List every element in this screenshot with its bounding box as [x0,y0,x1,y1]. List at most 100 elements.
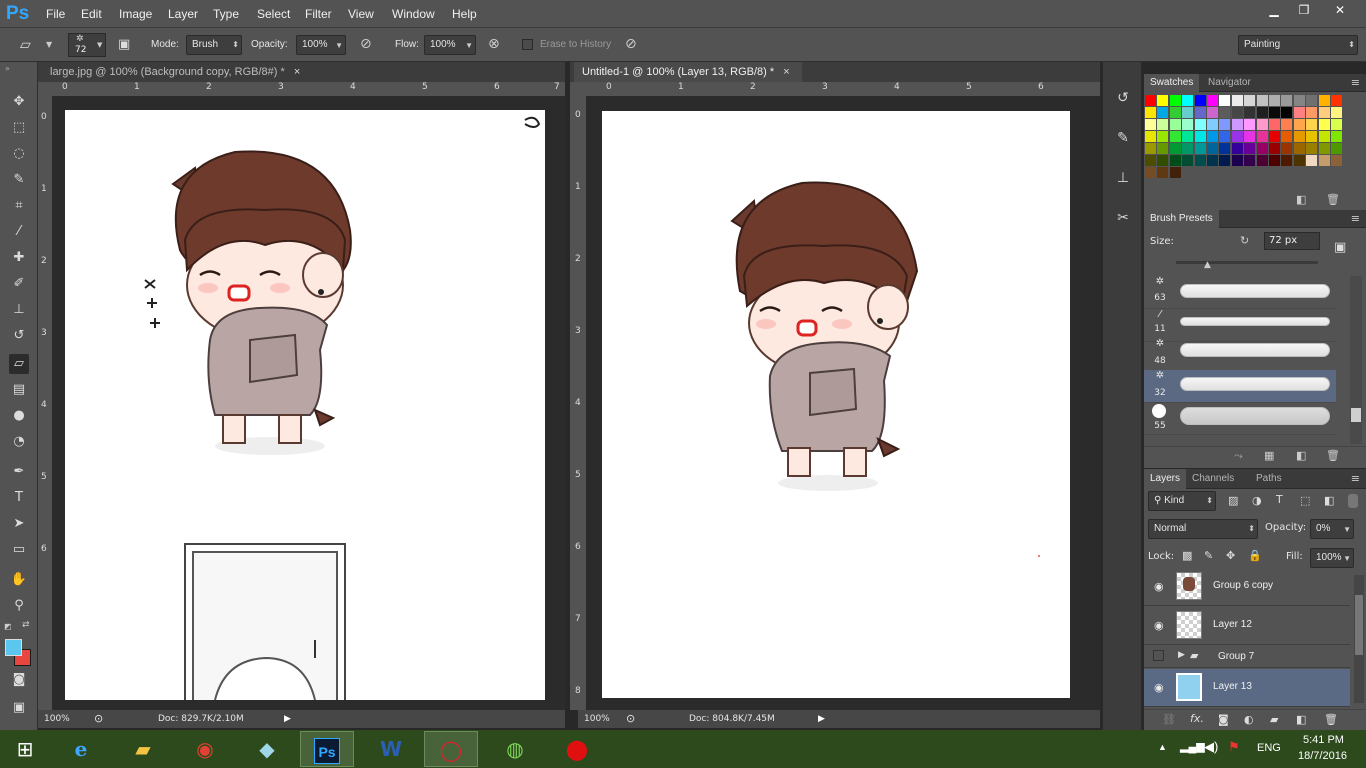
menu-select[interactable]: Select [257,7,290,21]
color-swatch[interactable] [1169,131,1181,142]
menu-layer[interactable]: Layer [168,7,198,21]
menu-view[interactable]: View [348,7,374,21]
color-swatch[interactable] [1169,107,1181,118]
color-swatch[interactable] [1207,131,1218,142]
color-swatch[interactable] [1182,95,1194,106]
new-layer-icon[interactable]: ◧ [1296,713,1306,726]
tool-presets-panel-icon[interactable]: ✂ [1113,210,1133,230]
layer-name[interactable]: Group 7 [1218,651,1254,662]
toggle-brush-panel-icon[interactable]: ⤳ [1234,449,1243,463]
pressure-opacity-icon[interactable]: ⊘ [360,36,372,52]
clone-source-panel-icon[interactable]: ⊥ [1113,170,1133,190]
color-swatch[interactable] [1256,143,1268,154]
color-swatch[interactable] [1207,119,1218,130]
color-swatch[interactable] [1269,131,1280,142]
mode-dropdown[interactable]: Brush ⬍ [186,35,242,55]
file-explorer-icon[interactable]: ▰ [116,731,170,767]
color-swatch[interactable] [1169,143,1181,154]
menu-filter[interactable]: Filter [305,7,332,21]
color-swatch[interactable] [1182,131,1194,142]
brush-preset-item[interactable]: ✲ 48 [1144,338,1336,371]
color-swatch[interactable] [1194,155,1206,166]
color-swatch[interactable] [1231,95,1243,106]
color-swatch[interactable] [1145,131,1156,142]
visibility-toggle-empty[interactable] [1153,650,1164,661]
color-swatch[interactable] [1331,119,1342,130]
quick-mask-icon[interactable]: ◙ [9,670,29,690]
screen-mode-icon[interactable]: ▣ [9,698,29,718]
color-swatch[interactable] [1269,107,1280,118]
layer-name[interactable]: Layer 13 [1213,681,1252,692]
color-swatch[interactable] [1318,143,1330,154]
color-swatch[interactable] [1219,119,1231,130]
workspace-dropdown[interactable]: Painting ⬍ [1238,35,1358,55]
color-swatch[interactable] [1293,95,1305,106]
color-swatch[interactable] [1293,143,1305,154]
menu-file[interactable]: File [46,7,65,21]
color-swatch[interactable] [1169,119,1181,130]
layer-row-selected[interactable]: ◉ Layer 13 [1144,669,1350,707]
color-swatch[interactable] [1256,95,1268,106]
minimize-button[interactable]: ▁ [1258,0,1290,20]
link-layers-icon[interactable]: ⛓ [1162,713,1176,726]
fill-input[interactable]: 100% ▼ [1310,548,1354,568]
color-swatch[interactable] [1207,143,1218,154]
tab-swatches[interactable]: Swatches [1144,74,1200,92]
color-swatch[interactable] [1219,143,1231,154]
brush-tool-icon[interactable]: ✐ [9,274,29,294]
filter-type-icon[interactable]: T [1276,493,1283,506]
clone-stamp-tool-icon[interactable]: ⊥ [9,300,29,320]
new-preset-icon[interactable]: ◧ [1296,449,1306,462]
color-swatch[interactable] [1306,131,1318,142]
swap-colors-icon[interactable]: ⇄ [22,620,30,630]
opera-icon[interactable]: ◯ [424,731,478,767]
close-tab-icon[interactable]: × [783,66,789,78]
reset-size-icon[interactable]: ↻ [1240,234,1249,247]
color-swatch[interactable] [1281,95,1293,106]
scrollbar-thumb[interactable] [1351,408,1361,422]
opacity-input[interactable]: 100% ▼ [296,35,346,55]
flow-input[interactable]: 100% ▼ [424,35,476,55]
color-swatch[interactable] [1331,107,1342,118]
color-swatch[interactable] [1306,95,1318,106]
status-arrow-icon[interactable]: ▶ [284,710,291,728]
blur-tool-icon[interactable]: ● [9,406,29,426]
brush-preset-item[interactable]: ✲ 63 [1144,276,1336,309]
color-swatch[interactable] [1219,95,1231,106]
lock-all-icon[interactable]: 🔒 [1248,549,1262,562]
color-swatch[interactable] [1182,155,1194,166]
layers-scrollbar[interactable] [1354,575,1364,703]
color-swatch[interactable] [1182,119,1194,130]
eraser-tool-icon[interactable]: ▱ [9,354,29,374]
color-swatch[interactable] [1157,143,1169,154]
color-swatch[interactable] [1331,155,1342,166]
erase-history-checkbox[interactable] [522,39,533,50]
color-swatch[interactable] [1231,119,1243,130]
color-swatch[interactable] [1207,107,1218,118]
tool-preset-arrow-icon[interactable]: ▼ [46,40,52,49]
color-swatch[interactable] [1293,107,1305,118]
color-swatch[interactable] [1194,119,1206,130]
color-swatch[interactable] [1145,143,1156,154]
layer-row-group[interactable]: ▶ ▰ Group 7 [1144,646,1350,668]
layer-name[interactable]: Group 6 copy [1213,580,1273,591]
tab-channels[interactable]: Channels [1186,469,1240,489]
windows-start-icon[interactable]: ⊞ [0,731,50,767]
lock-image-icon[interactable]: ✎ [1204,549,1213,562]
size-slider-thumb[interactable]: ▲ [1204,260,1211,270]
gradient-tool-icon[interactable]: ▤ [9,380,29,400]
tab-navigator[interactable]: Navigator [1202,74,1257,92]
color-swatch[interactable] [1281,131,1293,142]
layer-name[interactable]: Layer 12 [1213,619,1252,630]
restore-button[interactable]: ❐ [1288,0,1320,20]
trash-icon[interactable]: 🗑 [1326,449,1340,462]
color-swatch[interactable] [1281,119,1293,130]
marquee-tool-icon[interactable]: ⬚ [9,118,29,138]
color-swatch[interactable] [1281,155,1293,166]
chrome-icon[interactable]: ◉ [178,731,232,767]
panel-menu-icon[interactable]: ≡ [1351,472,1360,485]
collapse-icon[interactable]: » [5,64,10,73]
tray-expand-icon[interactable]: ▲ [1158,742,1167,752]
healing-brush-tool-icon[interactable]: ✚ [9,248,29,268]
color-swatch[interactable] [1256,155,1268,166]
